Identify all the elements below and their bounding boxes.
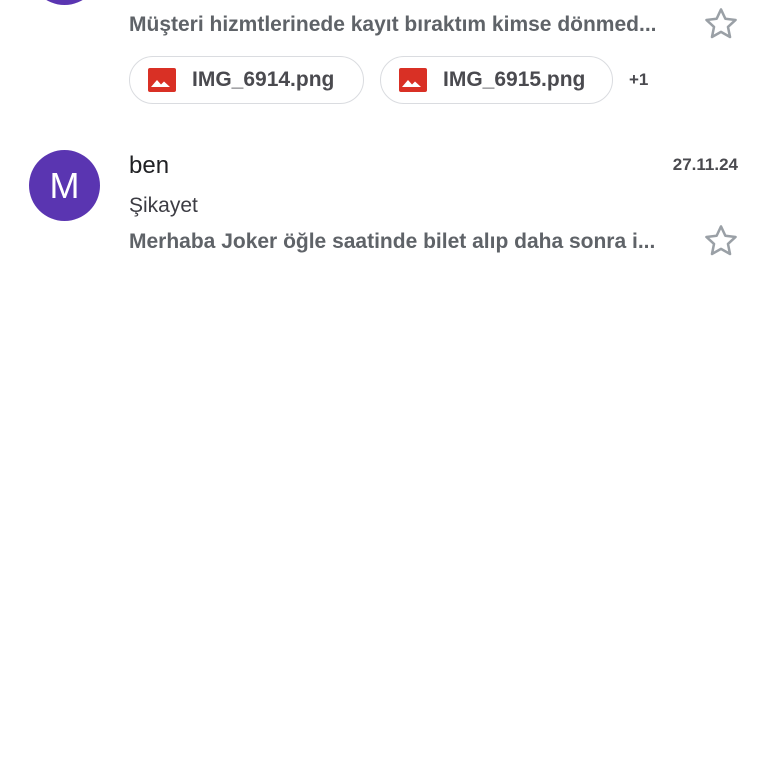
image-file-icon	[148, 68, 176, 92]
more-attachments-count[interactable]: +1	[629, 70, 648, 90]
image-file-icon	[399, 68, 427, 92]
attachment-chip[interactable]: IMG_6915.png	[380, 56, 613, 104]
mail-snippet: Müşteri hizmtlerinede kayıt bıraktım kim…	[129, 13, 657, 36]
mail-list: Müşteri hizmtlerinede kayıt bıraktım kim…	[0, 0, 768, 768]
mail-snippet: Merhaba Joker öğle saatinde bilet alıp d…	[129, 230, 656, 253]
star-icon[interactable]	[702, 5, 740, 43]
mail-item[interactable]: M ben 27.11.24 Şikayet Merhaba Joker öğl…	[0, 140, 768, 270]
mail-item[interactable]: Müşteri hizmtlerinede kayıt bıraktım kim…	[0, 0, 768, 130]
mail-sender: ben	[129, 152, 170, 179]
avatar: M	[29, 150, 100, 221]
attachment-name: IMG_6915.png	[443, 68, 586, 91]
attachment-name: IMG_6914.png	[192, 68, 335, 91]
attachment-list: IMG_6914.png IMG_6915.png +1	[129, 56, 648, 104]
attachment-chip[interactable]: IMG_6914.png	[129, 56, 364, 104]
star-icon[interactable]	[702, 222, 740, 260]
avatar	[29, 0, 100, 5]
mail-date: 27.11.24	[672, 155, 738, 174]
mail-subject: Şikayet	[129, 194, 198, 217]
